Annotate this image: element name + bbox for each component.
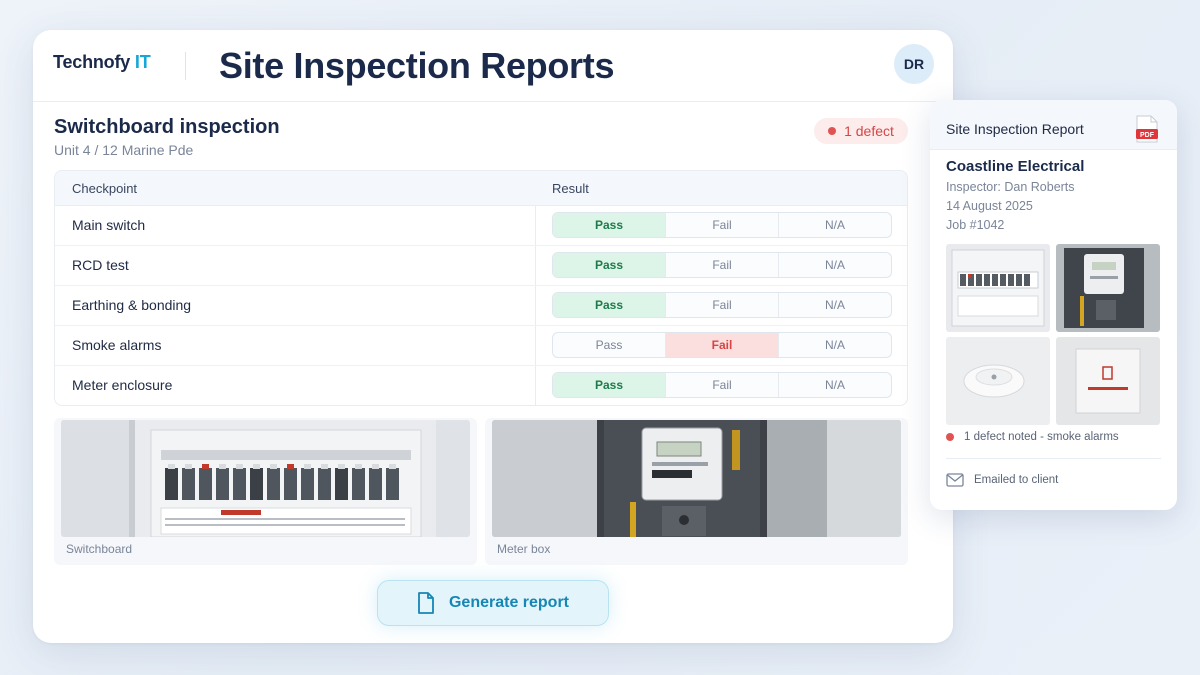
result-option-na[interactable]: N/A: [779, 333, 891, 357]
result-option-pass[interactable]: Pass: [553, 293, 666, 317]
report-defect-note: 1 defect noted - smoke alarms: [946, 431, 1119, 443]
result-toggle: Pass Fail N/A: [552, 372, 892, 398]
defect-badge: 1 defect: [814, 118, 908, 144]
report-card-title: Site Inspection Report: [946, 121, 1084, 137]
defect-badge-label: 1 defect: [844, 123, 894, 139]
result-option-pass[interactable]: Pass: [553, 333, 666, 357]
meter-box-photo[interactable]: [492, 420, 901, 537]
brand-accent: IT: [134, 52, 151, 72]
table-row: Earthing & bonding Pass Fail N/A: [55, 286, 907, 326]
photo-caption-switchboard: Switchboard: [66, 542, 133, 556]
result-option-na[interactable]: N/A: [779, 373, 891, 397]
table-row: Smoke alarms Pass Fail N/A: [55, 326, 907, 366]
photo-tile-meter[interactable]: Meter box: [485, 418, 908, 565]
report-inspector: Inspector: Dan Roberts: [946, 180, 1075, 194]
report-job-number: Job #1042: [946, 218, 1005, 232]
inspection-address: Unit 4 / 12 Marine Pde: [54, 142, 194, 158]
report-thumb-switchboard: [946, 244, 1050, 332]
table-row: RCD test Pass Fail N/A: [55, 246, 907, 286]
column-header-result: Result: [552, 181, 589, 196]
checkpoint-label: Smoke alarms: [72, 337, 162, 353]
result-option-pass[interactable]: Pass: [553, 253, 666, 277]
column-header-checkpoint: Checkpoint: [72, 181, 138, 196]
result-toggle: Pass Fail N/A: [552, 212, 892, 238]
result-option-pass[interactable]: Pass: [553, 213, 666, 237]
table-header: Checkpoint Result: [55, 171, 907, 206]
report-thumb-meter: [1056, 244, 1160, 332]
report-thumb-smoke-alarm: [946, 337, 1050, 425]
checkpoint-table: Checkpoint Result Main switch Pass Fail N/A…: [54, 170, 908, 406]
defect-dot-icon: [946, 433, 954, 441]
photo-caption-meter: Meter box: [497, 542, 551, 556]
generate-report-button[interactable]: Generate report: [377, 580, 609, 626]
report-divider: [946, 458, 1161, 459]
result-option-na[interactable]: N/A: [779, 213, 891, 237]
result-toggle: Pass Fail N/A: [552, 252, 892, 278]
header-divider: [185, 52, 186, 80]
result-option-na[interactable]: N/A: [779, 293, 891, 317]
checkpoint-label: RCD test: [72, 257, 129, 273]
checkpoint-label: Earthing & bonding: [72, 297, 192, 313]
result-option-fail[interactable]: Fail: [666, 373, 779, 397]
result-option-fail[interactable]: Fail: [666, 253, 779, 277]
checkpoint-label: Meter enclosure: [72, 377, 173, 393]
result-option-fail[interactable]: Fail: [666, 333, 779, 357]
inspection-panel: Technofy IT Site Inspection Reports DR S…: [33, 30, 953, 643]
checkpoint-label: Main switch: [72, 217, 146, 233]
result-option-fail[interactable]: Fail: [666, 293, 779, 317]
brand-logo[interactable]: Technofy IT: [53, 52, 151, 73]
report-date: 14 August 2025: [946, 199, 1033, 213]
result-option-na[interactable]: N/A: [779, 253, 891, 277]
result-toggle: Pass Fail N/A: [552, 332, 892, 358]
generate-report-label: Generate report: [448, 594, 570, 611]
report-email-label: Emailed to client: [974, 474, 1059, 486]
pdf-label: PDF: [1140, 132, 1155, 139]
photo-tile-switchboard[interactable]: Switchboard: [54, 418, 477, 565]
report-card-header: Site Inspection Report PDF: [930, 100, 1177, 150]
report-thumb-alarm-panel: [1056, 337, 1160, 425]
table-row: Meter enclosure Pass Fail N/A: [55, 366, 907, 405]
result-toggle: Pass Fail N/A: [552, 292, 892, 318]
inspection-title: Switchboard inspection: [54, 116, 280, 138]
document-icon: [418, 592, 434, 614]
app-header: Technofy IT Site Inspection Reports DR: [33, 30, 953, 102]
report-email-status: Emailed to client: [946, 473, 1058, 487]
defect-dot-icon: [828, 127, 837, 135]
brand-name: Technofy: [53, 52, 131, 72]
report-company: Coastline Electrical: [946, 158, 1085, 175]
table-row: Main switch Pass Fail N/A: [55, 206, 907, 246]
switchboard-photo[interactable]: [61, 420, 470, 537]
report-defect-label: 1 defect noted - smoke alarms: [964, 431, 1119, 443]
result-option-fail[interactable]: Fail: [666, 213, 779, 237]
pdf-file-icon[interactable]: PDF: [1136, 115, 1158, 143]
result-option-pass[interactable]: Pass: [553, 373, 666, 397]
envelope-icon: [946, 473, 964, 487]
report-preview-card[interactable]: Site Inspection Report PDF Coastline Ele…: [930, 100, 1177, 510]
user-avatar[interactable]: DR: [894, 44, 934, 84]
page-title: Site Inspection Reports: [219, 45, 615, 86]
